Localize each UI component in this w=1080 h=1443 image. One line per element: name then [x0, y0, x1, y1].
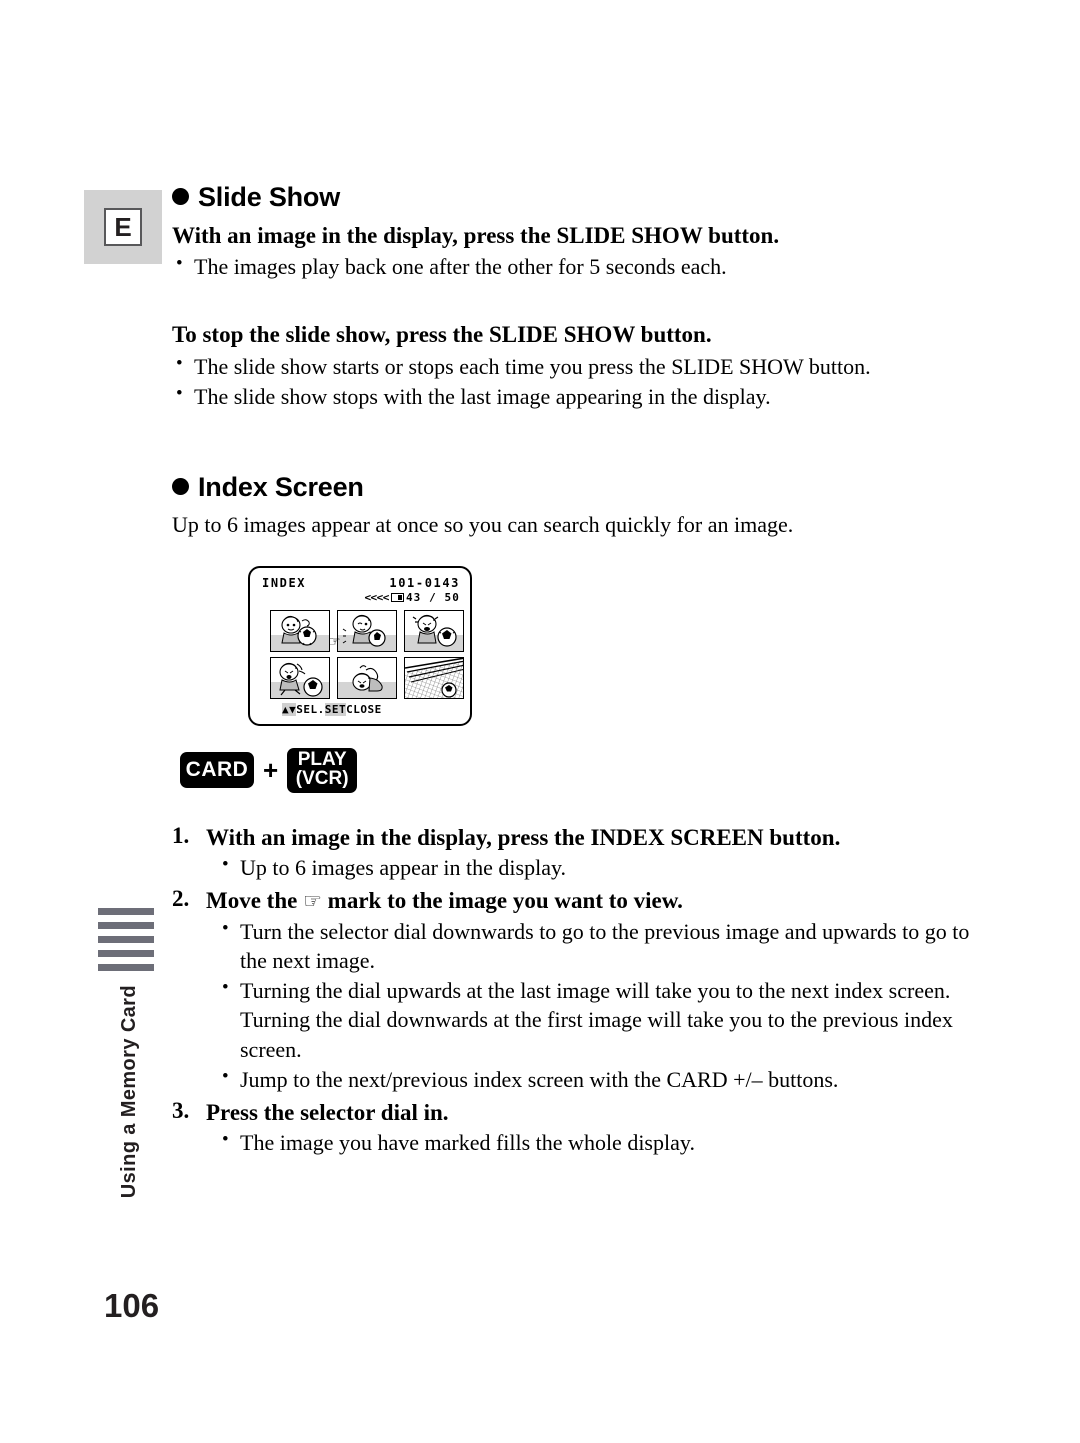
side-tab-bar	[98, 936, 154, 943]
button-combination: CARD + PLAY (VCR)	[180, 747, 972, 793]
step-1-bullets: Up to 6 images appear in the display.	[218, 852, 972, 882]
bullet-dot-icon	[172, 477, 189, 495]
side-tab-bar	[98, 964, 154, 971]
thumbnail-5[interactable]	[337, 656, 397, 699]
slide-show-stop-bullets: The slide show starts or stops each time…	[172, 351, 972, 411]
thumbnail-3[interactable]	[404, 609, 464, 652]
baby-holding-ball-icon	[342, 614, 386, 647]
lcd-footer: ▲▼SEL.SETCLOSE	[282, 702, 382, 716]
language-badge: E	[84, 190, 162, 264]
language-badge-letter: E	[104, 208, 142, 246]
list-item: The slide show stops with the last image…	[172, 381, 972, 411]
side-tab-bar	[98, 950, 154, 957]
step-2-bullets: Turn the selector dial downwards to go t…	[218, 916, 972, 1094]
lcd-counter-value: 43 / 50	[405, 590, 460, 604]
step-3: 3. Press the selector dial in. The image…	[172, 1098, 972, 1158]
lcd-footer-set: SET	[324, 702, 347, 716]
section-heading-index-screen-label: Index Screen	[198, 471, 364, 502]
card-button[interactable]: CARD	[180, 752, 254, 789]
lcd-footer-close: CLOSE	[346, 702, 382, 716]
slide-show-start-bullets: The images play back one after the other…	[172, 251, 972, 281]
step-3-bullets: The image you have marked fills the whol…	[218, 1127, 972, 1157]
lcd-footer-separator: .	[317, 702, 325, 716]
side-tab-bars	[98, 908, 154, 978]
thumbnail-2[interactable]	[337, 609, 397, 652]
page-number: 106	[104, 1287, 160, 1324]
play-vcr-button-line2: (VCR)	[295, 768, 349, 790]
index-screen-figure: INDEX 101-0143 <<<< 43 / 50 ☞ ▲▼SEL.SETC…	[248, 565, 972, 726]
lcd-footer-arrows: ▲▼	[282, 702, 297, 716]
section-heading-slide-show: Slide Show	[172, 182, 972, 213]
step-3-title: Press the selector dial in.	[206, 1099, 449, 1125]
memory-card-icon	[390, 592, 404, 602]
page-content: Slide Show With an image in the display,…	[172, 182, 972, 1161]
side-tab-bar	[98, 922, 154, 929]
baby-crying-with-ball-icon	[412, 614, 457, 647]
thumbnail-1[interactable]	[270, 609, 330, 652]
step-2-title-after: mark to the image you want to view.	[321, 888, 683, 914]
lcd-header: INDEX 101-0143 <<<< 43 / 50	[260, 576, 460, 608]
list-item: Jump to the next/previous index screen w…	[218, 1064, 972, 1094]
list-item: The slide show starts or stops each time…	[172, 351, 972, 381]
index-screen-intro: Up to 6 images appear at once so you can…	[172, 511, 794, 537]
side-tab-label: Using a Memory Card	[118, 985, 140, 1199]
step-1: 1. With an image in the display, press t…	[172, 823, 972, 883]
thumbnail-grid: ☞	[270, 609, 464, 699]
step-1-number: 1.	[172, 822, 190, 848]
goal-net-icon	[405, 657, 463, 698]
lcd-arrows: <<<<	[364, 590, 389, 604]
lcd-counter: <<<< 43 / 50	[364, 591, 460, 604]
pointing-hand-icon: ☞	[303, 889, 322, 914]
play-vcr-button[interactable]: PLAY (VCR)	[287, 747, 358, 793]
bullet-dot-icon	[172, 188, 189, 205]
list-item: Up to 6 images appear in the display.	[218, 852, 972, 882]
instruction-steps: 1. With an image in the display, press t…	[172, 823, 972, 1158]
lcd-display: INDEX 101-0143 <<<< 43 / 50 ☞ ▲▼SEL.SETC…	[248, 565, 472, 726]
thumbnail-4[interactable]	[270, 656, 330, 699]
list-item: Turn the selector dial downwards to go t…	[218, 916, 972, 975]
section-heading-slide-show-label: Slide Show	[198, 182, 341, 212]
list-item: The image you have marked fills the whol…	[218, 1127, 972, 1157]
slide-show-start-heading: With an image in the display, press the …	[172, 223, 780, 248]
selection-hand-icon: ☞	[328, 633, 341, 650]
step-2-title: Move the ☞ mark to the image you want to…	[206, 886, 972, 916]
list-item: The images play back one after the other…	[172, 251, 972, 281]
list-item: Turning the dial upwards at the last ima…	[218, 975, 972, 1063]
step-2-title-before: Move the	[206, 888, 304, 914]
step-1-title: With an image in the display, press the …	[206, 824, 841, 850]
lcd-file-number: 101-0143	[389, 575, 460, 590]
section-heading-index-screen: Index Screen	[172, 472, 972, 503]
step-2: 2. Move the ☞ mark to the image you want…	[172, 886, 972, 1093]
side-tab-bar	[98, 908, 154, 915]
baby-lying-down-icon	[352, 664, 383, 692]
step-2-number: 2.	[172, 886, 190, 912]
baby-kicking-ball-icon	[279, 662, 323, 697]
plus-sign: +	[263, 754, 279, 785]
step-3-number: 3.	[172, 1097, 190, 1123]
thumbnail-6[interactable]	[404, 656, 464, 699]
lcd-footer-sel: SEL	[296, 702, 318, 716]
lcd-mode-label: INDEX	[262, 575, 307, 590]
baby-with-ball-icon	[281, 615, 317, 646]
slide-show-stop-heading: To stop the slide show, press the SLIDE …	[172, 322, 712, 348]
